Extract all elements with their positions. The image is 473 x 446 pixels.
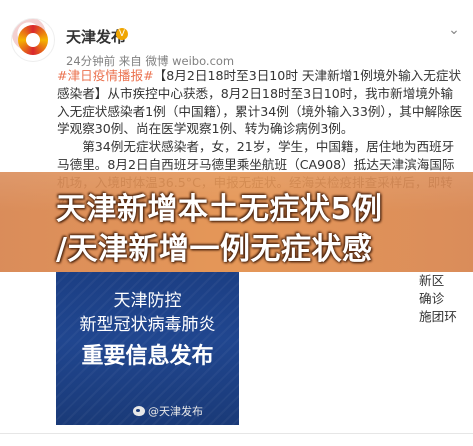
verified-icon: V xyxy=(116,28,128,40)
weibo-post-card: 天津发布 V 24分钟前 来自 微博 weibo.com ⌄ #津日疫情播报#【… xyxy=(0,0,473,445)
post-image[interactable]: 天津防控 新型冠状病毒肺炎 重要信息发布 @天津发布 xyxy=(56,272,239,425)
image-title-1: 天津防控 xyxy=(113,291,182,311)
text-fragment-1: 新区 xyxy=(419,273,445,288)
banner-headline-2: /天津新增一例无症状感 xyxy=(56,232,373,267)
emblem-icon xyxy=(18,25,48,55)
post-header: 天津发布 V 24分钟前 来自 微博 weibo.com ⌄ xyxy=(8,8,468,68)
text-fragment-3: 施团环 xyxy=(419,309,457,324)
image-title-2: 新型冠状病毒肺炎 xyxy=(79,315,216,335)
text-fragment-2: 确诊 xyxy=(419,291,445,306)
image-watermark: @天津发布 xyxy=(133,403,203,419)
banner-headline-1: 天津新增本土无症状5例 xyxy=(56,192,383,227)
headline-banner: 天津新增本土无症状5例 /天津新增一例无症状感 xyxy=(0,172,473,272)
post-footer xyxy=(0,433,473,446)
hashtag-link[interactable]: #津日疫情播报# xyxy=(57,68,154,83)
watermark-text: @天津发布 xyxy=(148,405,203,418)
chevron-down-icon[interactable]: ⌄ xyxy=(446,22,462,38)
image-title-3: 重要信息发布 xyxy=(81,344,214,369)
paragraph-1: #津日疫情播报#【8月2日18时至3日10时 天津新增1例境外输入无症状感染者】… xyxy=(57,67,465,138)
weibo-logo-icon xyxy=(133,406,145,416)
avatar[interactable] xyxy=(11,18,55,62)
